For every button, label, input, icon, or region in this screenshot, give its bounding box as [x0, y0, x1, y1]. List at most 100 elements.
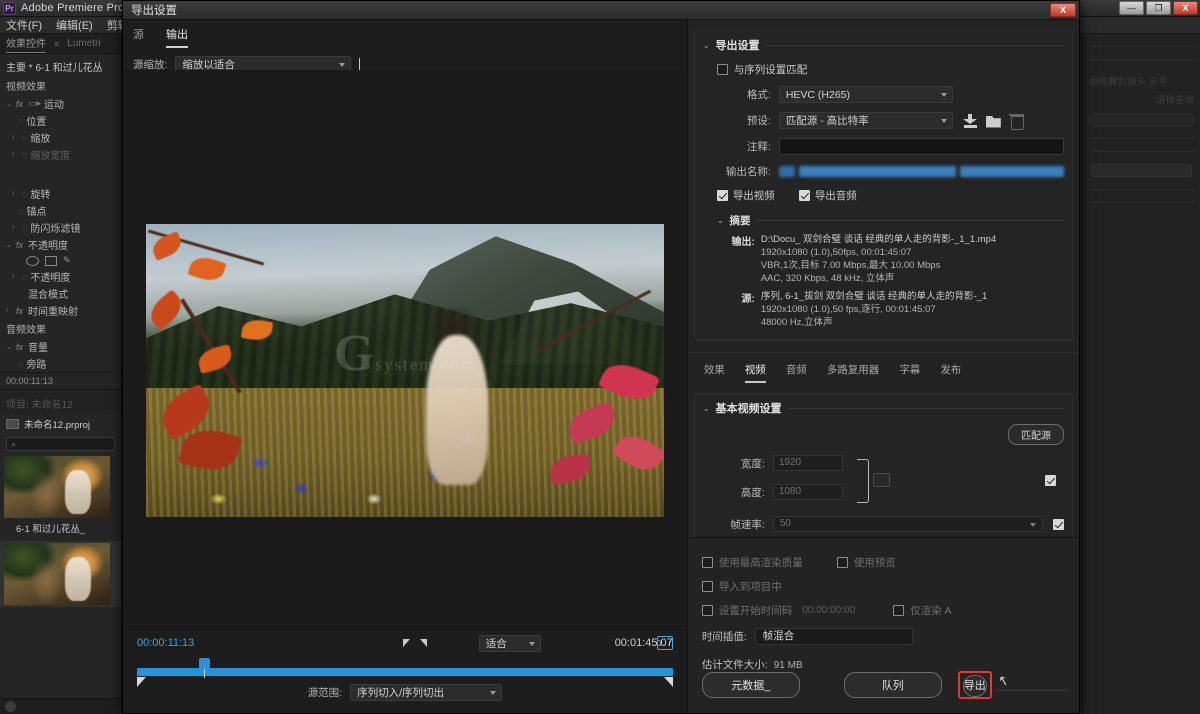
- dimensions-checkbox[interactable]: [1045, 475, 1056, 486]
- use-previews-checkbox[interactable]: [837, 557, 848, 568]
- output-name-link[interactable]: [779, 166, 1064, 177]
- render-alpha-only-checkbox[interactable]: [893, 605, 904, 616]
- project-item[interactable]: 6-1 和过儿花丛_: [0, 454, 121, 541]
- metadata-button[interactable]: 元数据_: [702, 672, 800, 698]
- export-audio-checkbox[interactable]: [799, 190, 810, 201]
- rectangle-mask-icon[interactable]: [45, 256, 57, 266]
- stopwatch-icon[interactable]: ◌: [22, 189, 27, 199]
- mask-tools[interactable]: ✎: [0, 253, 121, 268]
- twirl-icon[interactable]: ›: [6, 307, 13, 314]
- stopwatch-icon[interactable]: ◌: [22, 150, 27, 160]
- delete-preset-icon[interactable]: [1009, 114, 1024, 128]
- import-preset-icon[interactable]: [986, 114, 1001, 128]
- export-video-checkbox[interactable]: [717, 190, 728, 201]
- twirl-icon[interactable]: ⌄: [717, 216, 724, 225]
- video-preview[interactable]: Gsystem.com: [146, 224, 664, 517]
- new-bin-icon[interactable]: [5, 701, 16, 712]
- project-search-input[interactable]: ⌕: [6, 437, 115, 451]
- tab-audio[interactable]: 音频: [786, 362, 807, 383]
- playhead[interactable]: [199, 658, 210, 670]
- queue-button[interactable]: 队列: [844, 672, 942, 698]
- stopwatch-icon[interactable]: ◌: [18, 206, 23, 216]
- fit-zoom-select[interactable]: 适合: [479, 635, 541, 652]
- project-item[interactable]: [0, 541, 121, 607]
- out-point-marker[interactable]: [664, 677, 673, 687]
- max-render-quality-checkbox[interactable]: [702, 557, 713, 568]
- match-source-button[interactable]: 匹配源: [1008, 424, 1064, 445]
- effect-row-anchor-point[interactable]: ◌ 锚点: [0, 202, 121, 219]
- current-timecode[interactable]: 00:00:11:13: [137, 637, 194, 649]
- clip-thumbnail[interactable]: [4, 456, 110, 518]
- stopwatch-icon[interactable]: ◌: [22, 133, 27, 143]
- twirl-icon[interactable]: ›: [12, 224, 19, 231]
- effect-row-bypass[interactable]: ◌ 旁路: [0, 355, 121, 372]
- tab-output[interactable]: 输出: [166, 26, 188, 48]
- ellipse-mask-icon[interactable]: [26, 256, 39, 266]
- summary-header[interactable]: ⌄ 摘要: [717, 213, 1064, 228]
- framerate-checkbox[interactable]: [1053, 519, 1064, 530]
- basic-video-settings-header[interactable]: ⌄ 基本视频设置: [703, 400, 1064, 416]
- minimize-button[interactable]: —: [1119, 1, 1144, 15]
- effect-row-time-remapping[interactable]: › fx 时间重映射: [0, 302, 121, 319]
- twirl-icon[interactable]: ⌄: [703, 404, 710, 413]
- effect-row-scale-width[interactable]: › ◌ 缩放宽度: [0, 146, 121, 163]
- set-start-timecode-checkbox[interactable]: [702, 605, 713, 616]
- time-interpolation-select[interactable]: 帧混合: [755, 628, 913, 645]
- tab-captions[interactable]: 字幕: [899, 362, 920, 383]
- menu-edit[interactable]: 编辑(E): [56, 17, 93, 33]
- tab-publish[interactable]: 发布: [940, 362, 961, 383]
- match-sequence-checkbox[interactable]: [717, 64, 728, 75]
- tab-source[interactable]: 源: [133, 26, 144, 48]
- stopwatch-icon[interactable]: ◌: [22, 272, 27, 282]
- mark-out-icon[interactable]: [420, 639, 427, 647]
- twirl-icon[interactable]: ›: [12, 273, 19, 280]
- effect-row-volume[interactable]: ⌄ fx 音量: [0, 338, 121, 355]
- source-scrubber[interactable]: [137, 656, 673, 680]
- twirl-icon[interactable]: ›: [12, 151, 19, 158]
- effect-row-scale[interactable]: › ◌ 缩放: [0, 129, 121, 146]
- in-point-marker[interactable]: [137, 677, 146, 687]
- menu-file[interactable]: 文件(F): [6, 17, 42, 33]
- width-input[interactable]: 1920: [773, 455, 843, 471]
- tab-video[interactable]: 视频: [745, 362, 766, 383]
- effect-row-motion[interactable]: ⌄ fx ▭▸ 运动: [0, 95, 121, 112]
- effect-controls-timecode[interactable]: 00:00:11:13: [0, 372, 121, 389]
- dialog-close-button[interactable]: X: [1050, 3, 1076, 17]
- export-button[interactable]: 导出: [963, 675, 987, 697]
- effect-row-antiflicker[interactable]: › ◌ 防闪烁滤镜: [0, 219, 121, 236]
- framerate-select[interactable]: 50: [773, 516, 1043, 532]
- app-close-button[interactable]: X: [1173, 1, 1198, 15]
- export-settings-header[interactable]: ⌄ 导出设置: [703, 37, 1064, 53]
- height-input[interactable]: 1080: [773, 484, 843, 500]
- source-range-select[interactable]: 序列切入/序列切出: [350, 684, 502, 701]
- tab-multiplexer[interactable]: 多路复用器: [827, 362, 880, 383]
- mark-in-icon[interactable]: [403, 639, 410, 647]
- panel-menu-icon[interactable]: ≡: [54, 39, 59, 49]
- twirl-icon[interactable]: ›: [12, 134, 19, 141]
- format-select[interactable]: HEVC (H265): [779, 86, 953, 103]
- maximize-button[interactable]: ❐: [1146, 1, 1171, 15]
- preset-select[interactable]: 匹配源 - 高比特率: [779, 112, 953, 129]
- twirl-icon[interactable]: ›: [12, 190, 19, 197]
- stopwatch-icon[interactable]: ◌: [22, 223, 27, 233]
- comment-input[interactable]: [779, 138, 1064, 155]
- stopwatch-icon[interactable]: ◌: [18, 116, 23, 126]
- effect-row-opacity[interactable]: › ◌ 不透明度: [0, 268, 121, 285]
- pen-mask-icon[interactable]: ✎: [63, 255, 71, 266]
- start-timecode-value[interactable]: 00:00:00:00: [802, 605, 855, 616]
- tab-effect-controls[interactable]: 效果控件: [6, 35, 46, 53]
- link-dimensions-icon[interactable]: [873, 473, 890, 487]
- effect-row-blend-mode[interactable]: 混合模式: [0, 285, 121, 302]
- clip-thumbnail[interactable]: [4, 543, 110, 605]
- twirl-icon[interactable]: ⌄: [6, 241, 13, 249]
- twirl-icon[interactable]: ⌄: [703, 41, 710, 50]
- stopwatch-icon[interactable]: ◌: [18, 359, 23, 369]
- effect-row-opacity-group[interactable]: ⌄ fx 不透明度: [0, 236, 121, 253]
- import-to-project-checkbox[interactable]: [702, 581, 713, 592]
- save-preset-icon[interactable]: [963, 114, 978, 128]
- tab-effects[interactable]: 效果: [704, 362, 725, 383]
- twirl-icon[interactable]: ⌄: [6, 100, 13, 108]
- work-area-bar[interactable]: [137, 668, 673, 676]
- twirl-icon[interactable]: ⌄: [6, 343, 13, 351]
- effect-row-position[interactable]: ◌ 位置: [0, 112, 121, 129]
